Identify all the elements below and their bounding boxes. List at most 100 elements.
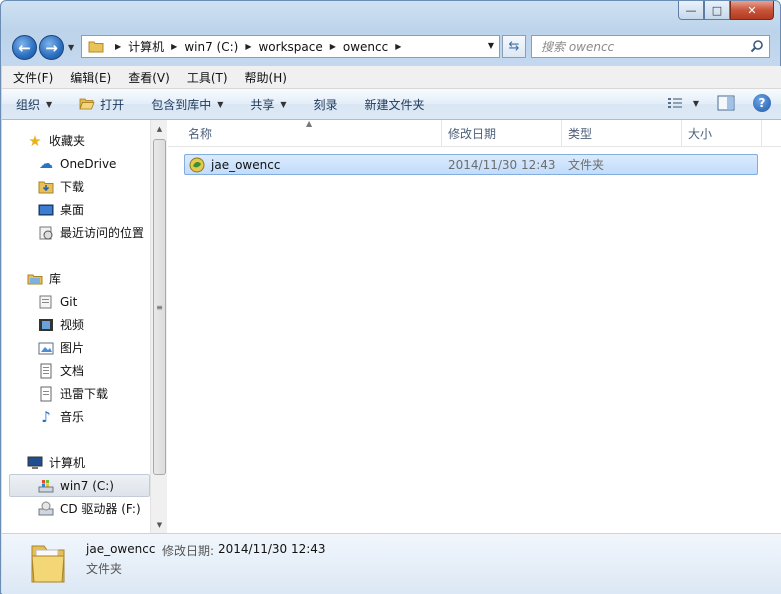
help-icon[interactable]: ?: [753, 94, 771, 112]
music-icon: ♪: [41, 407, 51, 426]
nav-libraries-label: 库: [49, 272, 62, 286]
menu-file[interactable]: 文件(F): [13, 69, 53, 86]
chevron-down-icon: ▼: [217, 99, 224, 109]
menu-tools[interactable]: 工具(T): [187, 69, 228, 86]
nav-libraries[interactable]: 库: [27, 268, 61, 289]
navigation-scrollbar[interactable]: ▲ ≡ ▼: [150, 120, 167, 533]
content-area: ★ 收藏夹 ☁ OneDrive 下载 桌面 最近访问的位置 库 Git 视频 …: [2, 119, 781, 533]
search-icon[interactable]: [750, 39, 764, 53]
include-in-library-button[interactable]: 包含到库中 ▼: [151, 96, 223, 113]
scroll-up-icon[interactable]: ▲: [151, 120, 168, 137]
recent-pages-dropdown-icon[interactable]: ▼: [68, 43, 74, 52]
chevron-right-icon[interactable]: ▶: [245, 42, 251, 51]
thunder-downloads-icon: [40, 386, 52, 401]
computer-icon: [27, 456, 43, 469]
view-options-icon[interactable]: [667, 96, 683, 110]
nav-item-thunder-downloads[interactable]: 迅雷下载: [38, 383, 108, 404]
nav-item-videos[interactable]: 视频: [38, 314, 84, 335]
address-history-dropdown-icon[interactable]: ▼: [488, 41, 494, 50]
breadcrumb-owencc[interactable]: owencc: [343, 40, 388, 54]
table-row[interactable]: jae_owencc 2014/11/30 12:43 文件夹: [184, 154, 758, 175]
nav-computer-label: 计算机: [49, 456, 86, 470]
new-folder-button[interactable]: 新建文件夹: [365, 96, 425, 113]
column-size[interactable]: 大小: [682, 120, 762, 147]
open-button[interactable]: 打开: [79, 96, 124, 113]
nav-item-label: Git: [60, 294, 78, 309]
nav-item-recent-places[interactable]: 最近访问的位置: [38, 222, 144, 243]
chevron-right-icon[interactable]: ▶: [330, 42, 336, 51]
nav-item-drive-c[interactable]: win7 (C:): [38, 475, 114, 496]
nav-item-label: 桌面: [60, 203, 85, 217]
forward-button[interactable]: →: [39, 35, 64, 60]
back-button[interactable]: ←: [12, 35, 37, 60]
preview-pane-icon[interactable]: [717, 95, 735, 111]
menu-help[interactable]: 帮助(H): [245, 69, 287, 86]
column-header-row: ▲ 名称 修改日期 类型 大小: [168, 119, 781, 147]
search-input[interactable]: 搜索 owencc: [531, 35, 770, 58]
refresh-button[interactable]: ⇆: [502, 35, 526, 58]
column-name[interactable]: 名称: [182, 120, 442, 147]
burn-button[interactable]: 刻录: [314, 96, 338, 113]
close-button[interactable]: ✕: [730, 1, 774, 20]
address-bar[interactable]: ▶ 计算机 ▶ win7 (C:) ▶ workspace ▶ owencc ▶…: [81, 35, 500, 58]
nav-item-onedrive[interactable]: ☁ OneDrive: [38, 153, 116, 174]
nav-item-desktop[interactable]: 桌面: [38, 199, 84, 220]
nav-favorites[interactable]: ★ 收藏夹: [27, 130, 85, 151]
minimize-button[interactable]: —: [678, 1, 704, 20]
column-type-label: 类型: [568, 127, 593, 141]
organize-button[interactable]: 组织 ▼: [16, 96, 52, 113]
folder-open-icon: [79, 98, 95, 110]
chevron-right-icon[interactable]: ▶: [115, 42, 121, 51]
window-controls: — □ ✕: [678, 1, 774, 20]
file-list: ▲ 名称 修改日期 类型 大小 jae_owencc 2014/11/30 12…: [168, 119, 781, 533]
scrollbar-thumb[interactable]: ≡: [153, 139, 166, 475]
libraries-icon: [27, 274, 43, 284]
refresh-icon: ⇆: [508, 39, 520, 54]
column-modified[interactable]: 修改日期: [442, 120, 562, 147]
chevron-right-icon[interactable]: ▶: [395, 42, 401, 51]
chevron-right-icon[interactable]: ▶: [171, 42, 177, 51]
maximize-button[interactable]: □: [704, 1, 730, 20]
scroll-down-icon[interactable]: ▼: [151, 516, 168, 533]
command-bar: 组织 ▼ 打开 包含到库中 ▼ 共享 ▼ 刻录 新建文件夹 ▼ ?: [2, 89, 781, 120]
breadcrumb-workspace[interactable]: workspace: [258, 40, 322, 54]
column-type[interactable]: 类型: [562, 120, 682, 147]
details-pane: jae_owencc 修改日期: 2014/11/30 12:43 文件夹: [2, 533, 781, 594]
view-dropdown-icon[interactable]: ▼: [693, 99, 699, 108]
video-icon: [39, 318, 53, 331]
folder-icon: [31, 545, 65, 583]
file-modified-cell: 2014/11/30 12:43: [448, 157, 556, 172]
nav-item-label: 图片: [60, 341, 85, 355]
navigation-pane: ★ 收藏夹 ☁ OneDrive 下载 桌面 最近访问的位置 库 Git 视频 …: [2, 120, 150, 533]
breadcrumb-drive[interactable]: win7 (C:): [184, 40, 238, 54]
nav-favorites-label: 收藏夹: [49, 134, 86, 148]
burn-label: 刻录: [313, 97, 338, 112]
menu-view[interactable]: 查看(V): [128, 69, 170, 86]
nav-item-cd-drive[interactable]: CD 驱动器 (F:): [38, 498, 141, 519]
menu-bar: 文件(F) 编辑(E) 查看(V) 工具(T) 帮助(H): [2, 66, 781, 89]
pictures-icon: [38, 342, 54, 354]
nav-item-pictures[interactable]: 图片: [38, 337, 84, 358]
nav-item-documents[interactable]: 文档: [38, 360, 84, 381]
documents-icon: [40, 363, 52, 378]
menu-edit[interactable]: 编辑(E): [70, 69, 111, 86]
details-file-type: 文件夹: [86, 562, 123, 576]
nav-item-label: CD 驱动器 (F:): [60, 502, 141, 516]
grip-icon: ≡: [156, 302, 163, 312]
nav-item-label: 下载: [60, 180, 85, 194]
windows-drive-icon: [38, 479, 54, 492]
nav-item-downloads[interactable]: 下载: [38, 176, 84, 197]
column-size-label: 大小: [688, 127, 713, 141]
star-icon: ★: [28, 131, 42, 150]
nav-computer[interactable]: 计算机: [27, 452, 85, 473]
share-button[interactable]: 共享 ▼: [250, 96, 286, 113]
folder-icon: [88, 41, 104, 53]
nav-item-git[interactable]: Git: [38, 291, 77, 312]
file-name-cell: jae_owencc: [189, 155, 280, 174]
column-name-label: 名称: [188, 127, 213, 141]
nav-item-music[interactable]: ♪ 音乐: [38, 406, 84, 427]
column-modified-label: 修改日期: [448, 127, 497, 141]
breadcrumb-computer[interactable]: 计算机: [128, 38, 164, 55]
arrow-right-icon: →: [45, 38, 58, 57]
recent-places-icon: [39, 226, 53, 239]
